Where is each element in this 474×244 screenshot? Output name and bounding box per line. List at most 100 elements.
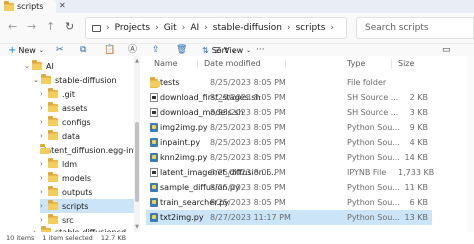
back-arrow-icon[interactable]: ← [8,20,17,34]
address-bar[interactable]: › Projects › Git › AI › stable-diffusion… [85,17,347,39]
nav-item-configs[interactable]: › configs [40,115,134,129]
chevron-right-icon: › [204,23,208,33]
nav-item-scripts[interactable]: › scripts [40,199,134,213]
file-date: 8/25/2023 8:05 PM [210,123,286,132]
nav-item-ai[interactable]: ⌄ AI [24,59,134,73]
status-bar: 10 items 1 item selected 12.7 KB [0,232,474,244]
nav-item-assets[interactable]: › assets [40,101,134,115]
chevron-right-icon[interactable]: › [40,118,48,126]
file-row-download-first-stages[interactable]: download_first_stages.sh 8/25/2023 8:05 … [146,90,432,105]
file-date: 8/27/2023 11:17 PM [210,213,291,222]
chevron-down-icon[interactable]: ⌄ [33,76,41,84]
nav-item-data[interactable]: › data [40,129,134,143]
search-placeholder: Search scripts [365,23,429,33]
chevron-down-icon[interactable]: ⌄ [24,62,32,70]
this-pc-icon [92,24,101,32]
file-row-txt2img[interactable]: txt2img.py 8/27/2023 11:17 PM Python Sou… [146,210,432,225]
file-row-knn2img[interactable]: knn2img.py 8/25/2023 8:05 PM Python Sou.… [146,150,432,165]
python-file-icon [150,138,158,147]
file-row-img2img[interactable]: img2img.py 8/25/2023 8:05 PM Python Sou.… [146,120,432,135]
file-row-train-searcher[interactable]: train_searcher.py 8/25/2023 8:05 PM Pyth… [146,195,432,210]
chevron-right-icon[interactable]: › [40,90,48,98]
chevron-right-icon[interactable]: › [40,104,48,112]
breadcrumb-projects[interactable]: Projects [115,23,150,33]
file-name: tests [160,78,180,87]
chevron-right-icon[interactable]: › [40,216,48,224]
column-divider[interactable] [285,59,286,69]
folder-icon [48,158,58,168]
file-size: 13 KB [404,213,428,222]
file-row-download-models[interactable]: download_models.sh 8/25/2023 8:05 PM SH … [146,105,432,120]
nav-item-stable-diffusioncd[interactable]: › stable-diffusioncd [33,225,134,232]
chevron-right-icon: › [287,23,291,33]
file-list-scrollbar[interactable] [467,56,474,232]
nav-item-latent-diffusion-egg-info[interactable]: latent_diffusion.egg-info [40,143,134,157]
file-type: Python Sou... [347,183,400,192]
nav-item-git[interactable]: › .git [40,87,134,101]
title-bar: scripts ✕ [0,0,474,13]
breadcrumb-ai[interactable]: AI [190,23,199,33]
python-file-icon [150,153,158,162]
breadcrumb-git[interactable]: Git [164,23,177,33]
folder-icon [150,77,160,88]
nav-item-label: scripts [62,201,89,211]
notebook-file-icon [150,168,158,177]
file-row-sample-diffusion[interactable]: sample_diffusion.py 8/25/2023 8:05 PM Py… [146,180,432,195]
nav-item-outputs[interactable]: › outputs [40,185,134,199]
search-box[interactable]: Search scripts [356,17,474,39]
refresh-icon[interactable]: ↻ [65,20,74,34]
breadcrumb-stable-diffusion[interactable]: stable-diffusion [213,23,282,33]
nav-item-label: stable-diffusion [55,75,117,85]
file-type: Python Sou... [347,153,400,162]
column-header-date-modified[interactable]: Date modified [204,59,261,68]
file-row-tests[interactable]: tests 8/25/2023 8:05 PM File folder [146,75,432,90]
close-tab-icon[interactable]: ✕ [59,1,66,10]
view-label: View [224,45,244,55]
chevron-right-icon[interactable]: › [40,202,48,210]
nav-item-models[interactable]: › models [40,171,134,185]
up-arrow-icon[interactable]: ↑ [46,20,55,34]
forward-arrow-icon[interactable]: → [27,20,36,34]
file-date: 8/25/2023 8:05 PM [210,138,286,147]
file-size: 9 KB [409,123,428,132]
shell-script-icon [150,108,158,117]
nav-item-label: models [62,173,92,183]
nav-item-ldm[interactable]: › ldm [40,157,134,171]
file-type: Python Sou... [347,123,400,132]
file-name: img2img.py [160,123,208,132]
python-file-icon [150,198,158,207]
tab-scripts[interactable]: scripts [0,0,56,13]
nav-item-stable-diffusion[interactable]: ⌄ stable-diffusion [33,73,134,87]
file-row-latent-imagenet-diffusion[interactable]: latent_imagenet_diffusion.i... 8/25/2023… [146,165,434,180]
file-size: 6 KB [409,198,428,207]
nav-item-label: latent_diffusion.egg-info [44,145,134,155]
chevron-right-icon[interactable]: › [40,132,48,140]
file-name: txt2img.py [160,213,204,222]
file-size: 2 KB [409,93,428,102]
folder-icon [48,200,58,210]
column-divider[interactable] [197,59,198,69]
nav-item-label: outputs [62,187,93,197]
new-label: New [18,45,36,55]
folder-icon [48,172,58,182]
folder-icon [48,130,58,140]
file-date: 8/25/2023 8:05 PM [210,183,286,192]
file-row-inpaint[interactable]: inpaint.py 8/25/2023 8:05 PM Python Sou.… [146,135,432,150]
file-size: 14 KB [404,153,428,162]
chevron-right-icon[interactable]: › [40,188,48,196]
nav-item-label: assets [62,103,88,113]
file-date: 8/25/2023 8:05 PM [210,198,286,207]
folder-icon [41,74,51,84]
column-header-name[interactable]: Name [154,59,178,68]
column-divider[interactable] [391,59,392,69]
chevron-right-icon[interactable]: › [40,174,48,182]
shell-script-icon [150,93,158,102]
column-header-size[interactable]: Size [398,59,414,68]
file-list: Name Date modified Type Size tests 8/25/… [140,56,474,232]
nav-item-label: ldm [62,159,78,169]
chevron-right-icon[interactable]: › [40,160,48,168]
column-header-type[interactable]: Type [347,59,365,68]
breadcrumb-scripts[interactable]: scripts [296,23,326,33]
file-type: SH Source ... [347,93,399,102]
nav-pane-scrollbar-thumb[interactable] [135,122,139,202]
